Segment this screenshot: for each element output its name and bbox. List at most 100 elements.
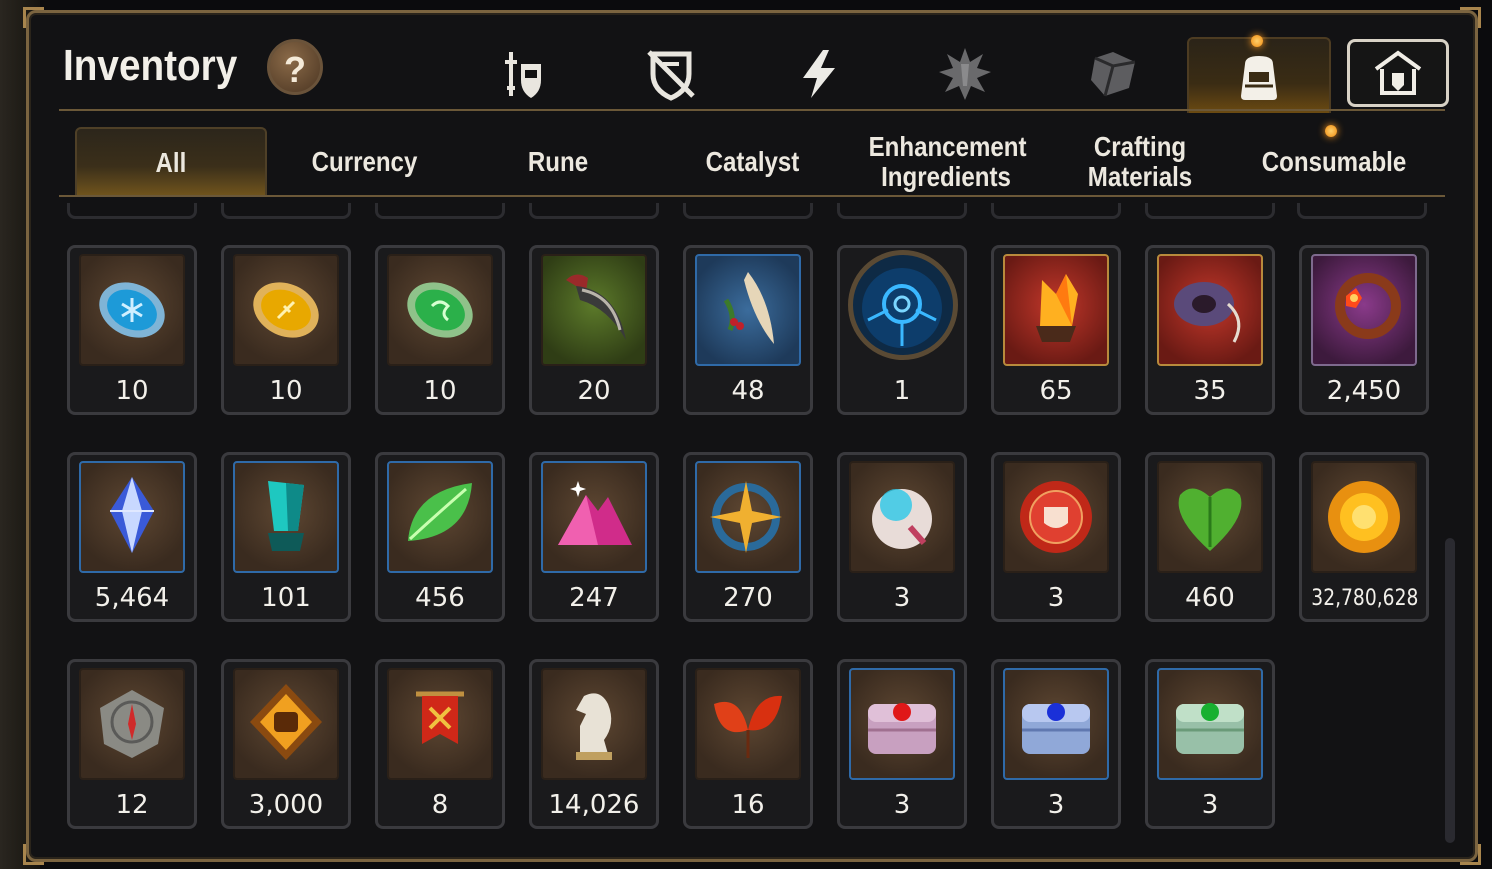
item-slot[interactable]: 35 bbox=[1145, 245, 1275, 415]
inventory-panel: Inventory ? All Currency Rune Catalyst E… bbox=[23, 7, 1481, 865]
item-slot[interactable]: 16 bbox=[683, 659, 813, 829]
subtab-label: All bbox=[155, 147, 187, 178]
item-slot[interactable]: 456 bbox=[375, 452, 505, 622]
feather-root-icon bbox=[723, 272, 774, 344]
ruby-chest-icon bbox=[868, 703, 936, 754]
corner-ornament bbox=[23, 844, 44, 865]
item-slot[interactable]: 270 bbox=[683, 452, 813, 622]
item-quantity: 247 bbox=[569, 583, 619, 613]
fist-emblem-icon bbox=[250, 684, 322, 760]
subtab-all[interactable]: All bbox=[75, 127, 267, 197]
item-slot[interactable]: 14,026 bbox=[529, 659, 659, 829]
tab-skill[interactable] bbox=[759, 39, 879, 109]
help-button[interactable]: ? bbox=[267, 39, 323, 95]
tab-inventory[interactable] bbox=[1187, 37, 1331, 113]
item-quantity: 3 bbox=[893, 583, 911, 613]
item-quantity: 8 bbox=[431, 790, 449, 820]
item-slot[interactable]: 247 bbox=[529, 452, 659, 622]
broken-shield-icon bbox=[647, 50, 695, 101]
item-slot-partial bbox=[991, 203, 1121, 219]
tab-artifact[interactable] bbox=[611, 39, 731, 109]
chess-knight-icon bbox=[576, 693, 612, 760]
item-slot[interactable]: 3 bbox=[1145, 659, 1275, 829]
shop-house-icon bbox=[1374, 50, 1422, 95]
page-title: Inventory bbox=[63, 41, 238, 90]
item-slot[interactable]: 2,450 bbox=[1299, 245, 1429, 415]
gold-coin-icon bbox=[1328, 481, 1400, 553]
war-banner-icon bbox=[416, 691, 464, 744]
subtab-rune[interactable]: Rune bbox=[461, 127, 655, 197]
item-slot-partial bbox=[1297, 203, 1427, 219]
subtab-catalyst[interactable]: Catalyst bbox=[655, 127, 849, 197]
item-slot[interactable]: 48 bbox=[683, 245, 813, 415]
orb-device-icon bbox=[872, 489, 932, 549]
tab-storage[interactable] bbox=[1347, 39, 1449, 107]
item-quantity: 20 bbox=[577, 376, 611, 406]
item-quantity: 2,450 bbox=[1326, 376, 1402, 406]
leaf-icon bbox=[408, 483, 472, 541]
item-slot[interactable]: 10 bbox=[375, 245, 505, 415]
item-slot[interactable]: 3 bbox=[991, 452, 1121, 622]
item-slot-partial bbox=[837, 203, 967, 219]
item-slot[interactable]: 8 bbox=[375, 659, 505, 829]
tab-material[interactable] bbox=[1053, 39, 1173, 109]
item-slot-partial bbox=[375, 203, 505, 219]
item-quantity: 16 bbox=[731, 790, 765, 820]
starburst-emblem-icon bbox=[939, 48, 991, 100]
item-slot-partial bbox=[1145, 203, 1275, 219]
item-quantity: 35 bbox=[1193, 376, 1227, 406]
item-quantity: 5,464 bbox=[94, 583, 170, 613]
item-quantity: 3,000 bbox=[248, 790, 324, 820]
tab-equipment[interactable] bbox=[465, 39, 585, 109]
subtab-consumable[interactable]: Consumable bbox=[1237, 127, 1431, 197]
flower-ring-icon bbox=[1335, 273, 1401, 339]
item-quantity: 101 bbox=[261, 583, 311, 613]
item-slot[interactable]: 3 bbox=[837, 452, 967, 622]
item-slot[interactable]: 65 bbox=[991, 245, 1121, 415]
item-quantity: 12 bbox=[115, 790, 149, 820]
item-slot[interactable]: 12 bbox=[67, 659, 197, 829]
corner-ornament bbox=[1460, 844, 1481, 865]
item-slot[interactable]: 32,780,628 bbox=[1299, 452, 1429, 622]
scrollbar[interactable] bbox=[1445, 538, 1455, 843]
notification-dot bbox=[1325, 125, 1337, 137]
tab-emblem[interactable] bbox=[905, 39, 1025, 109]
item-quantity: 32,780,628 bbox=[1311, 586, 1419, 611]
autumn-leaves-icon bbox=[714, 695, 782, 758]
gold-rune-stone-icon bbox=[253, 282, 319, 338]
corner-ornament bbox=[1460, 7, 1481, 28]
backpack-icon bbox=[1241, 56, 1277, 100]
subtab-enhancement-ingredients[interactable]: Enhancement Ingredients bbox=[849, 127, 1043, 197]
red-seal-icon bbox=[1020, 481, 1092, 553]
item-quantity: 270 bbox=[723, 583, 773, 613]
item-slot[interactable]: 101 bbox=[221, 452, 351, 622]
item-slot[interactable]: 20 bbox=[529, 245, 659, 415]
subtab-label: Enhancement Ingredients bbox=[868, 131, 1027, 192]
item-quantity: 10 bbox=[423, 376, 457, 406]
item-slot[interactable]: 3 bbox=[991, 659, 1121, 829]
teal-crystal-icon bbox=[268, 481, 304, 551]
blue-rune-stone-icon bbox=[99, 282, 165, 338]
item-slot[interactable]: 460 bbox=[1145, 452, 1275, 622]
pink-crystal-pile-icon bbox=[558, 481, 632, 545]
item-quantity: 10 bbox=[269, 376, 303, 406]
item-slot[interactable]: 10 bbox=[221, 245, 351, 415]
item-slot[interactable]: 5,464 bbox=[67, 452, 197, 622]
item-slot-partial bbox=[67, 203, 197, 219]
ring-amulet-icon bbox=[1174, 282, 1241, 343]
subtab-currency[interactable]: Currency bbox=[267, 127, 461, 197]
item-quantity: 14,026 bbox=[548, 790, 640, 820]
subtab-label: Rune bbox=[527, 146, 589, 177]
item-slot-partial bbox=[529, 203, 659, 219]
amber-crystal-icon bbox=[1036, 274, 1078, 342]
item-slot[interactable]: 1 bbox=[837, 245, 967, 415]
subtab-label: Currency bbox=[311, 146, 417, 177]
item-slot[interactable]: 3 bbox=[837, 659, 967, 829]
sword-shield-icon bbox=[505, 52, 541, 98]
sub-tab-bar: All Currency Rune Catalyst Enhancement I… bbox=[59, 127, 1445, 197]
item-slot[interactable]: 3,000 bbox=[221, 659, 351, 829]
subtab-label: Catalyst bbox=[705, 146, 799, 177]
item-slot[interactable]: 10 bbox=[67, 245, 197, 415]
subtab-crafting-materials[interactable]: Crafting Materials bbox=[1043, 127, 1237, 197]
cube-icon bbox=[1091, 52, 1136, 97]
